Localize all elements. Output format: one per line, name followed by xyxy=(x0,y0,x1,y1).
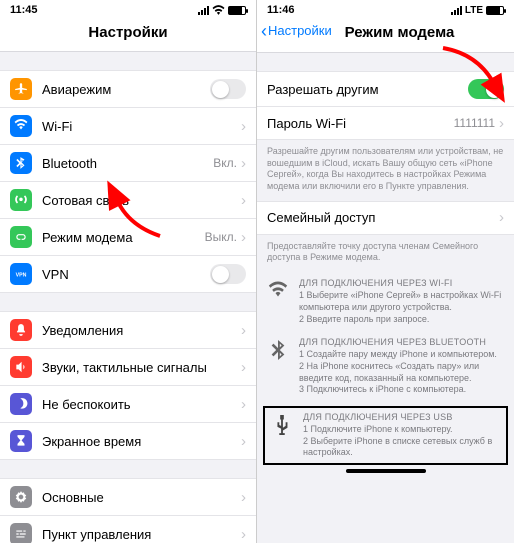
chevron-right-icon: › xyxy=(241,433,246,450)
allow-others-toggle[interactable] xyxy=(468,79,504,99)
row-label: Сотовая связь xyxy=(42,193,237,208)
wifi-password-row[interactable]: Пароль Wi-Fi 1111111 › xyxy=(257,107,514,139)
bell-icon xyxy=(10,319,32,341)
chevron-right-icon: › xyxy=(241,526,246,543)
settings-row-moon[interactable]: Не беспокоить› xyxy=(0,386,256,423)
chevron-right-icon: › xyxy=(241,192,246,209)
settings-row-gear[interactable]: Основные› xyxy=(0,479,256,516)
family-sharing-label: Семейный доступ xyxy=(267,210,499,225)
wifi-status-icon xyxy=(212,5,225,15)
chevron-right-icon: › xyxy=(499,115,504,132)
chevron-right-icon: › xyxy=(241,229,246,246)
navbar: ‹ Настройки Режим модема xyxy=(257,16,514,53)
usb-instructions-highlight: ДЛЯ ПОДКЛЮЧЕНИЯ ЧЕРЕЗ USB 1 Подключите i… xyxy=(263,406,508,465)
usb-instructions: ДЛЯ ПОДКЛЮЧЕНИЯ ЧЕРЕЗ USB 1 Подключите i… xyxy=(265,408,506,463)
speaker-icon xyxy=(10,356,32,378)
status-right: LTE xyxy=(451,5,504,16)
chevron-right-icon: › xyxy=(241,359,246,376)
chevron-right-icon: › xyxy=(241,489,246,506)
bluetooth-instructions: ДЛЯ ПОДКЛЮЧЕНИЯ ЧЕРЕЗ BLUETOOTH 1 Создай… xyxy=(257,331,514,402)
bluetooth-icon xyxy=(10,152,32,174)
wifi-password-label: Пароль Wi-Fi xyxy=(267,116,454,131)
vpn-icon: VPN xyxy=(10,263,32,285)
settings-root-screen: 11:45 Настройки АвиарежимWi-Fi›Bluetooth… xyxy=(0,0,257,543)
battery-icon xyxy=(228,6,246,15)
row-label: Не беспокоить xyxy=(42,397,241,412)
wifi-icon xyxy=(10,115,32,137)
clock: 11:46 xyxy=(267,4,295,16)
svg-text:VPN: VPN xyxy=(16,272,27,278)
chevron-right-icon: › xyxy=(241,155,246,172)
chevron-right-icon: › xyxy=(241,322,246,339)
back-label: Настройки xyxy=(268,23,332,38)
link-icon xyxy=(10,226,32,248)
settings-row-airplane[interactable]: Авиарежим xyxy=(0,71,256,108)
bluetooth-icon xyxy=(267,337,289,396)
battery-icon xyxy=(486,6,504,15)
row-label: Режим модема xyxy=(42,230,205,245)
settings-row-sliders[interactable]: Пункт управления› xyxy=(0,516,256,543)
row-label: Звуки, тактильные сигналы xyxy=(42,360,241,375)
status-bar: 11:45 xyxy=(0,0,256,16)
page-title: Настройки xyxy=(6,24,250,41)
allow-others-label: Разрешать другим xyxy=(267,82,468,97)
row-label: Основные xyxy=(42,490,241,505)
hotspot-screen: 11:46 LTE ‹ Настройки Режим модема Разре… xyxy=(257,0,514,543)
clock: 11:45 xyxy=(10,4,38,16)
chevron-right-icon: › xyxy=(499,209,504,226)
back-button[interactable]: ‹ Настройки xyxy=(261,23,332,38)
page-title: Режим модема xyxy=(345,24,455,41)
chevron-right-icon: › xyxy=(241,396,246,413)
wifi-instructions: ДЛЯ ПОДКЛЮЧЕНИЯ ЧЕРЕЗ WI-FI 1 Выберите «… xyxy=(257,272,514,331)
toggle[interactable] xyxy=(210,264,246,284)
usb-icon xyxy=(271,412,293,459)
settings-row-antenna[interactable]: Сотовая связь › xyxy=(0,182,256,219)
row-label: VPN xyxy=(42,267,210,282)
settings-row-bell[interactable]: Уведомления› xyxy=(0,312,256,349)
family-sharing-row[interactable]: Семейный доступ › xyxy=(257,202,514,234)
settings-row-vpn[interactable]: VPN VPN xyxy=(0,256,256,292)
settings-row-speaker[interactable]: Звуки, тактильные сигналы› xyxy=(0,349,256,386)
wifi-icon xyxy=(267,278,289,325)
status-bar: 11:46 LTE xyxy=(257,0,514,16)
gear-icon xyxy=(10,486,32,508)
antenna-icon xyxy=(10,189,32,211)
row-value: Выкл. xyxy=(205,230,237,244)
network-label: LTE xyxy=(465,5,483,16)
family-note: Предоставляйте точку доступа членам Семе… xyxy=(257,235,514,272)
settings-row-hourglass[interactable]: Экранное время› xyxy=(0,423,256,459)
row-label: Wi-Fi xyxy=(42,119,237,134)
row-value: Вкл. xyxy=(213,156,237,170)
home-indicator xyxy=(346,469,426,473)
chevron-left-icon: ‹ xyxy=(261,25,267,37)
settings-row-bluetooth[interactable]: BluetoothВкл. › xyxy=(0,145,256,182)
row-label: Авиарежим xyxy=(42,82,210,97)
allow-note: Разрешайте другим пользователям или устр… xyxy=(257,140,514,201)
settings-row-wifi[interactable]: Wi-Fi › xyxy=(0,108,256,145)
row-label: Уведомления xyxy=(42,323,241,338)
row-label: Пункт управления xyxy=(42,527,241,542)
wifi-password-value: 1111111 xyxy=(454,116,495,130)
sliders-icon xyxy=(10,523,32,543)
signal-icon xyxy=(451,6,462,15)
status-right xyxy=(198,5,246,15)
hourglass-icon xyxy=(10,430,32,452)
row-label: Экранное время xyxy=(42,434,241,449)
airplane-icon xyxy=(10,78,32,100)
allow-others-row[interactable]: Разрешать другим xyxy=(257,72,514,107)
moon-icon xyxy=(10,393,32,415)
toggle[interactable] xyxy=(210,79,246,99)
row-label: Bluetooth xyxy=(42,156,213,171)
settings-row-link[interactable]: Режим модемаВыкл. › xyxy=(0,219,256,256)
navbar: Настройки xyxy=(0,16,256,52)
chevron-right-icon: › xyxy=(241,118,246,135)
signal-icon xyxy=(198,6,209,15)
